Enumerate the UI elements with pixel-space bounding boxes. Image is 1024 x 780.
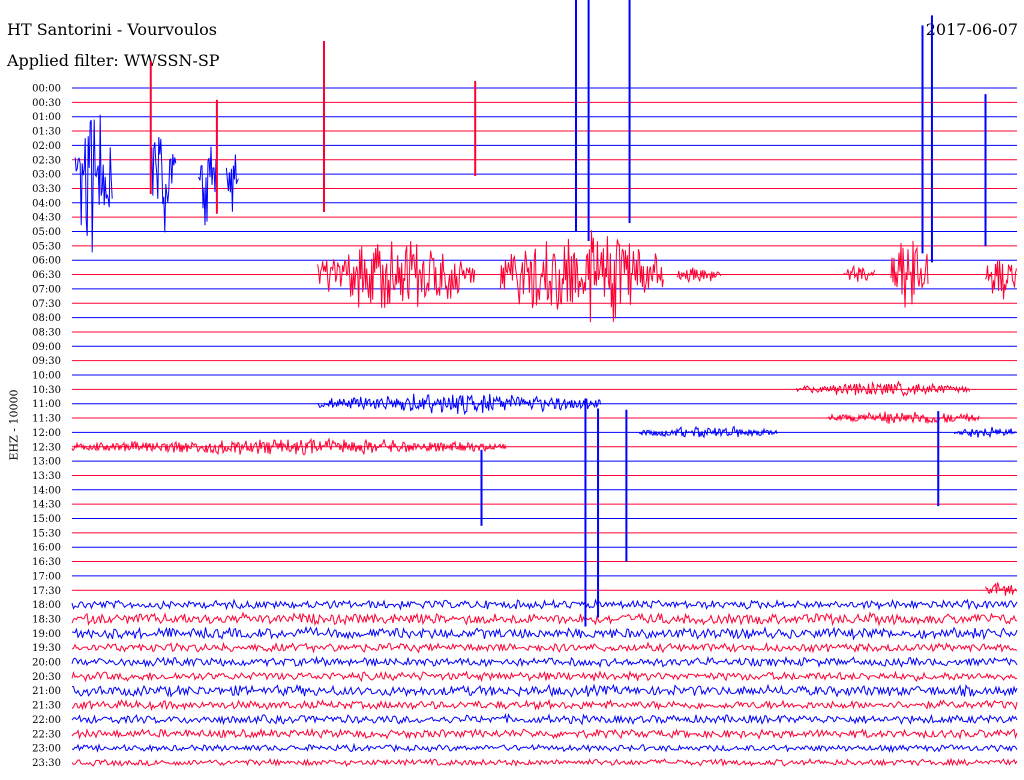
trace-row-2330 xyxy=(71,757,1018,768)
row-time-label: 21:00 xyxy=(32,686,61,697)
row-time-label: 08:30 xyxy=(32,327,61,338)
row-time-label: 01:30 xyxy=(32,127,61,138)
trace-row-1830 xyxy=(71,611,1018,627)
row-time-label: 13:30 xyxy=(32,471,61,482)
trace-row-2000 xyxy=(71,655,1018,669)
row-time-label: 15:30 xyxy=(32,528,61,539)
row-time-label: 06:00 xyxy=(32,256,61,267)
row-time-label: 22:30 xyxy=(32,729,61,740)
row-time-label: 05:00 xyxy=(32,227,61,238)
row-time-label: 20:30 xyxy=(32,672,61,683)
row-time-label: 12:30 xyxy=(32,442,61,453)
row-time-label: 18:30 xyxy=(32,614,61,625)
row-time-label: 03:30 xyxy=(32,184,61,195)
trace-row-1800 xyxy=(71,598,1018,611)
row-time-label: 00:00 xyxy=(32,84,61,95)
row-time-label: 08:00 xyxy=(32,313,61,324)
row-time-label: 23:30 xyxy=(32,758,61,769)
row-time-label: 10:30 xyxy=(32,385,61,396)
row-time-label: 01:00 xyxy=(32,112,61,123)
trace-row-2300 xyxy=(71,742,1018,754)
row-time-label: 10:00 xyxy=(32,371,61,382)
row-time-label: 04:30 xyxy=(32,213,61,224)
trace-row-2230 xyxy=(71,727,1018,740)
row-time-label: 12:00 xyxy=(32,428,61,439)
row-time-label: 02:30 xyxy=(32,155,61,166)
row-time-label: 19:30 xyxy=(32,643,61,654)
seismic-burst xyxy=(499,230,664,323)
seismic-burst xyxy=(197,146,217,226)
row-time-label: 20:00 xyxy=(32,658,61,669)
seismic-burst xyxy=(985,260,1017,300)
row-time-label: 00:30 xyxy=(32,98,61,109)
seismic-burst xyxy=(796,380,970,397)
helicorder-plot: 00:00 00:30 01:00 01:30 02:00 02:30 03:00 03:30… xyxy=(32,0,1018,769)
trace-row-2030 xyxy=(71,670,1018,683)
row-time-label: 21:30 xyxy=(32,701,61,712)
seismic-burst xyxy=(827,411,980,425)
row-time-label: 11:30 xyxy=(32,414,61,425)
trace-row-1930 xyxy=(71,641,1018,654)
row-time-label: 07:30 xyxy=(32,299,61,310)
row-time-label: 15:00 xyxy=(32,514,61,525)
row-time-label: 16:30 xyxy=(32,557,61,568)
row-time-label: 11:00 xyxy=(32,399,61,410)
row-time-label: 03:00 xyxy=(32,170,61,181)
row-time-label: 06:30 xyxy=(32,270,61,281)
row-time-label: 18:00 xyxy=(32,600,61,611)
seismic-burst xyxy=(150,136,177,233)
row-time-label: 04:00 xyxy=(32,198,61,209)
trace-row-1900 xyxy=(72,625,1018,641)
row-time-label: 17:00 xyxy=(32,571,61,582)
seismic-burst xyxy=(638,425,778,439)
row-time-label: 13:00 xyxy=(32,457,61,468)
row-time-label: 17:30 xyxy=(32,586,61,597)
seismic-burst xyxy=(985,582,1017,596)
row-time-label: 07:00 xyxy=(32,284,61,295)
row-time-label: 16:00 xyxy=(32,543,61,554)
row-time-label: 14:30 xyxy=(32,500,61,511)
row-time-label: 19:00 xyxy=(32,629,61,640)
row-time-label: 02:00 xyxy=(32,141,61,152)
trace-row-2130 xyxy=(71,698,1018,712)
row-time-label: 23:00 xyxy=(32,744,61,755)
row-time-label: 14:00 xyxy=(32,485,61,496)
row-time-label: 09:30 xyxy=(32,356,61,367)
row-time-label: 22:00 xyxy=(32,715,61,726)
trace-row-2200 xyxy=(71,713,1018,726)
row-time-label: 09:00 xyxy=(32,342,61,353)
row-time-label: 05:30 xyxy=(32,241,61,252)
trace-row-2100 xyxy=(72,683,1018,698)
